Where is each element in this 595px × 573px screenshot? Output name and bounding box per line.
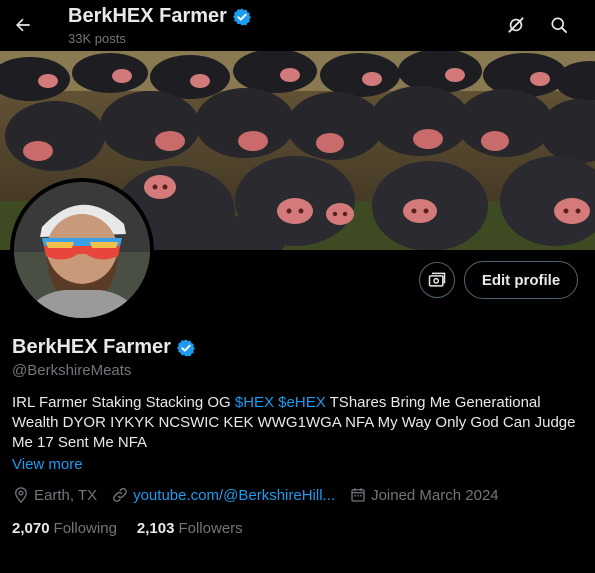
following-label: Following	[53, 520, 117, 537]
arrow-left-icon	[16, 18, 30, 32]
search-button[interactable]	[542, 8, 576, 42]
grok-icon	[508, 17, 524, 33]
joined-item: Joined March 2024	[349, 486, 499, 504]
view-more-link[interactable]: View more	[12, 456, 83, 473]
link-icon	[113, 488, 128, 502]
location-item: Earth, TX	[12, 486, 97, 504]
profile-handle: @BerkshireMeats	[12, 362, 132, 379]
joined-text: Joined March 2024	[371, 486, 499, 504]
header-name: BerkHEX Farmer	[68, 5, 227, 27]
follow-stats: 2,070 Following 2,103 Followers	[12, 520, 263, 537]
website-item[interactable]: youtube.com/@BerkshireHill...	[111, 486, 335, 504]
posts-count: 33K posts	[68, 31, 126, 46]
website-link[interactable]: youtube.com/@BerkshireHill...	[133, 487, 335, 504]
search-icon	[551, 17, 567, 33]
profile-meta: Earth, TX youtube.com/@BerkshireHill... …	[12, 486, 513, 504]
profile-display-name: BerkHEX Farmer	[12, 336, 196, 359]
following-link[interactable]: 2,070 Following	[12, 520, 117, 537]
display-name-text: BerkHEX Farmer	[12, 336, 171, 358]
followers-label: Followers	[178, 520, 243, 537]
followers-count: 2,103	[136, 520, 175, 537]
edit-profile-button[interactable]: Edit profile	[464, 261, 578, 299]
avatar-image	[14, 182, 150, 318]
following-count: 2,070	[12, 520, 50, 537]
grok-button[interactable]	[499, 8, 533, 42]
calendar-icon	[351, 488, 365, 502]
header-title: BerkHEX Farmer	[68, 5, 252, 28]
money-icon	[428, 272, 446, 287]
cashtag-hex[interactable]: $HEX	[235, 394, 274, 411]
location-icon	[15, 487, 27, 504]
followers-link[interactable]: 2,103 Followers	[137, 520, 243, 537]
location-text: Earth, TX	[34, 486, 98, 504]
profile-bio: IRL Farmer Staking Stacking OG $HEX $eHE…	[12, 393, 582, 453]
money-button[interactable]	[419, 262, 455, 298]
verified-badge-icon	[232, 8, 251, 25]
verified-badge-icon[interactable]	[176, 338, 196, 358]
back-button[interactable]	[6, 8, 40, 42]
cashtag-ehex[interactable]: $eHEX	[278, 394, 326, 411]
top-bar: BerkHEX Farmer 33K posts	[0, 0, 595, 51]
bio-text: IRL Farmer Staking Stacking OG	[12, 394, 235, 411]
avatar[interactable]	[10, 178, 154, 322]
